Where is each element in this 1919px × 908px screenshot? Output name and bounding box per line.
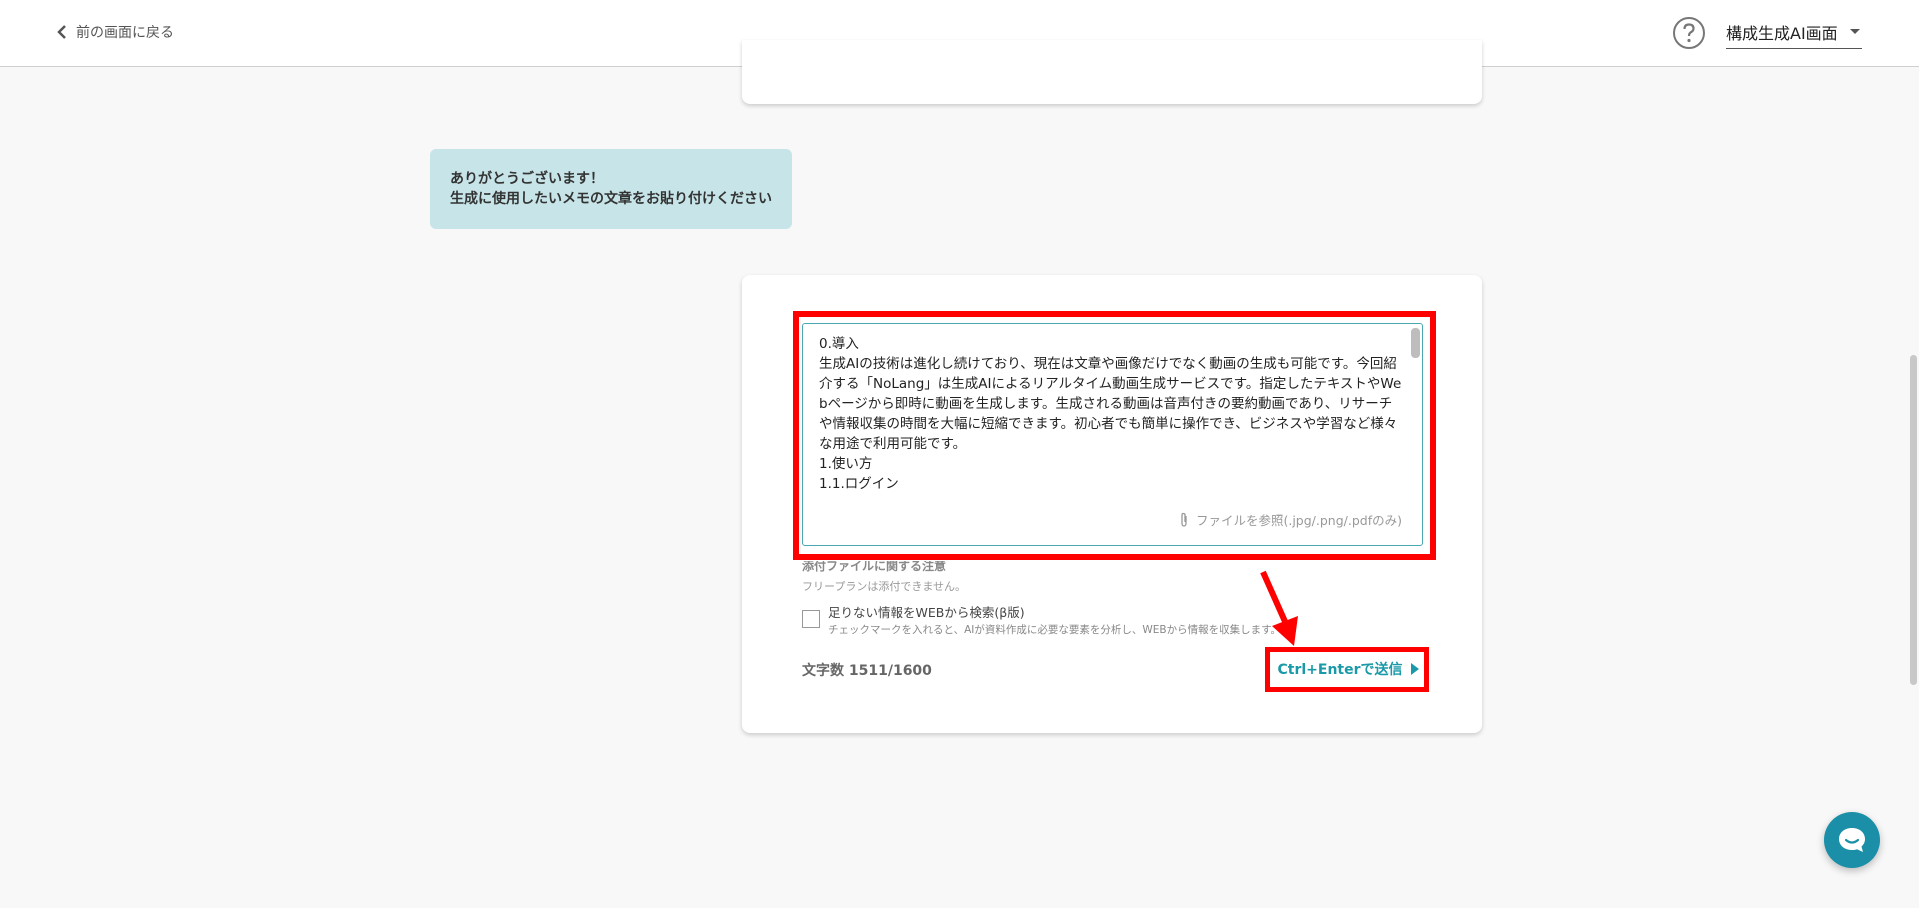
back-link[interactable]: 前の画面に戻る — [56, 22, 174, 42]
chat-support-button[interactable] — [1824, 812, 1880, 868]
mode-select-label: 構成生成AI画面 — [1726, 24, 1838, 43]
send-button-label: Ctrl+Enterで送信 — [1277, 662, 1403, 678]
chevron-left-icon — [57, 25, 66, 39]
play-icon — [1410, 663, 1419, 675]
assistant-message-line1: ありがとうございます！ — [450, 171, 604, 187]
web-search-checkbox[interactable] — [802, 610, 820, 628]
assistant-message-line2: 生成に使用したいメモの文章をお貼り付けください — [450, 191, 772, 207]
back-link-label: 前の画面に戻る — [76, 25, 174, 41]
attachment-notice-title: 添付ファイルに関する注意 — [802, 561, 947, 572]
chevron-down-icon — [1850, 29, 1860, 34]
web-search-label[interactable]: 足りない情報をWEBから検索(β版) — [828, 602, 1025, 621]
chat-icon — [1839, 828, 1865, 852]
help-icon[interactable] — [1672, 16, 1706, 50]
web-search-note: チェックマークを入れると、AIが資料作成に必要な要素を分析し、WEBから情報を収… — [828, 624, 1282, 636]
highlight-box-textarea — [793, 311, 1436, 560]
assistant-message-bubble: ありがとうございます！ 生成に使用したいメモの文章をお貼り付けください — [430, 149, 792, 229]
arrow-annotation-icon — [1260, 570, 1298, 646]
mode-select[interactable]: 構成生成AI画面 — [1726, 20, 1862, 49]
attachment-notice-body: フリープランは添付できません。 — [802, 580, 967, 593]
char-count: 文字数 1511/1600 — [802, 663, 932, 679]
previous-message-card — [742, 40, 1482, 104]
send-button[interactable]: Ctrl+Enterで送信 — [1276, 656, 1420, 682]
page-scrollbar[interactable] — [1910, 355, 1917, 685]
